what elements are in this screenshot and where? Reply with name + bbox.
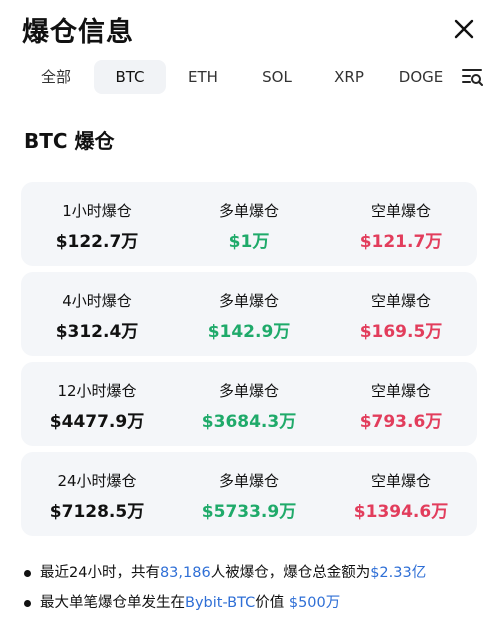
liquidation-card-24h: 24小时爆仓 $7128.5万 多单爆仓 $5733.9万 空单爆仓 $1394… xyxy=(21,452,477,536)
liquidation-card-1h: 1小时爆仓 $122.7万 多单爆仓 $1万 空单爆仓 $121.7万 xyxy=(21,182,477,266)
period-label: 12小时爆仓 xyxy=(57,382,137,400)
coin-tabs: 全部 BTC ETH SOL XRP DOGE xyxy=(0,56,499,100)
header: 爆仓信息 xyxy=(0,0,499,56)
tab-btc[interactable]: BTC xyxy=(94,60,166,94)
period-label: 24小时爆仓 xyxy=(57,472,137,490)
long-label: 多单爆仓 xyxy=(218,292,279,310)
total-cell: 12小时爆仓 $4477.9万 xyxy=(21,380,173,432)
short-label: 空单爆仓 xyxy=(370,472,431,490)
total-value: $7128.5万 xyxy=(49,502,145,522)
long-cell: 多单爆仓 $142.9万 xyxy=(173,290,325,342)
tab-xrp[interactable]: XRP xyxy=(322,60,376,94)
note-largest-order: 最大单笔爆仓单发生在Bybit-BTC价值 $500万 xyxy=(22,588,482,618)
period-label: 1小时爆仓 xyxy=(62,202,132,220)
bullet-icon xyxy=(24,600,31,607)
short-value: $1394.6万 xyxy=(353,502,449,522)
note-text: 最大单笔爆仓单发生在 xyxy=(40,595,185,611)
short-cell: 空单爆仓 $1394.6万 xyxy=(325,470,477,522)
long-value: $142.9万 xyxy=(207,322,291,342)
note-text: 人被爆仓，爆仓总金额为 xyxy=(210,565,371,581)
close-icon[interactable] xyxy=(453,18,475,40)
long-label: 多单爆仓 xyxy=(218,202,279,220)
liquidation-card-4h: 4小时爆仓 $312.4万 多单爆仓 $142.9万 空单爆仓 $169.5万 xyxy=(21,272,477,356)
long-cell: 多单爆仓 $5733.9万 xyxy=(173,470,325,522)
short-cell: 空单爆仓 $169.5万 xyxy=(325,290,477,342)
long-cell: 多单爆仓 $3684.3万 xyxy=(173,380,325,432)
long-value: $5733.9万 xyxy=(201,502,297,522)
total-cell: 1小时爆仓 $122.7万 xyxy=(21,200,173,252)
tab-eth[interactable]: ETH xyxy=(176,60,230,94)
exchange-link[interactable]: Bybit-BTC xyxy=(185,595,255,611)
tab-all[interactable]: 全部 xyxy=(28,60,84,94)
total-cell: 24小时爆仓 $7128.5万 xyxy=(21,470,173,522)
liquidated-count: 83,186 xyxy=(159,565,211,581)
section-title: BTC 爆仓 xyxy=(24,129,115,153)
short-label: 空单爆仓 xyxy=(370,292,431,310)
short-cell: 空单爆仓 $121.7万 xyxy=(325,200,477,252)
filter-list-icon[interactable] xyxy=(461,66,483,88)
largest-value: $500万 xyxy=(288,595,341,611)
summary-notes: 最近24小时，共有83,186人被爆仓，爆仓总金额为$2.33亿 最大单笔爆仓单… xyxy=(22,558,482,618)
note-liquidated-count: 最近24小时，共有83,186人被爆仓，爆仓总金额为$2.33亿 xyxy=(22,558,482,588)
total-amount: $2.33亿 xyxy=(370,565,427,581)
short-value: $793.6万 xyxy=(359,412,443,432)
period-label: 4小时爆仓 xyxy=(62,292,132,310)
page-title: 爆仓信息 xyxy=(22,17,134,48)
bullet-icon xyxy=(24,570,31,577)
short-value: $121.7万 xyxy=(359,232,443,252)
note-text: 价值 xyxy=(255,595,289,611)
total-value: $312.4万 xyxy=(55,322,139,342)
total-cell: 4小时爆仓 $312.4万 xyxy=(21,290,173,342)
long-label: 多单爆仓 xyxy=(218,472,279,490)
liquidation-card-12h: 12小时爆仓 $4477.9万 多单爆仓 $3684.3万 空单爆仓 $793.… xyxy=(21,362,477,446)
short-label: 空单爆仓 xyxy=(370,382,431,400)
tab-doge[interactable]: DOGE xyxy=(394,60,448,94)
long-value: $3684.3万 xyxy=(201,412,297,432)
tab-sol[interactable]: SOL xyxy=(250,60,304,94)
note-text: 最近24小时，共有 xyxy=(40,565,160,581)
short-label: 空单爆仓 xyxy=(370,202,431,220)
short-cell: 空单爆仓 $793.6万 xyxy=(325,380,477,432)
long-value: $1万 xyxy=(228,232,270,252)
total-value: $122.7万 xyxy=(55,232,139,252)
long-label: 多单爆仓 xyxy=(218,382,279,400)
long-cell: 多单爆仓 $1万 xyxy=(173,200,325,252)
total-value: $4477.9万 xyxy=(49,412,145,432)
short-value: $169.5万 xyxy=(359,322,443,342)
